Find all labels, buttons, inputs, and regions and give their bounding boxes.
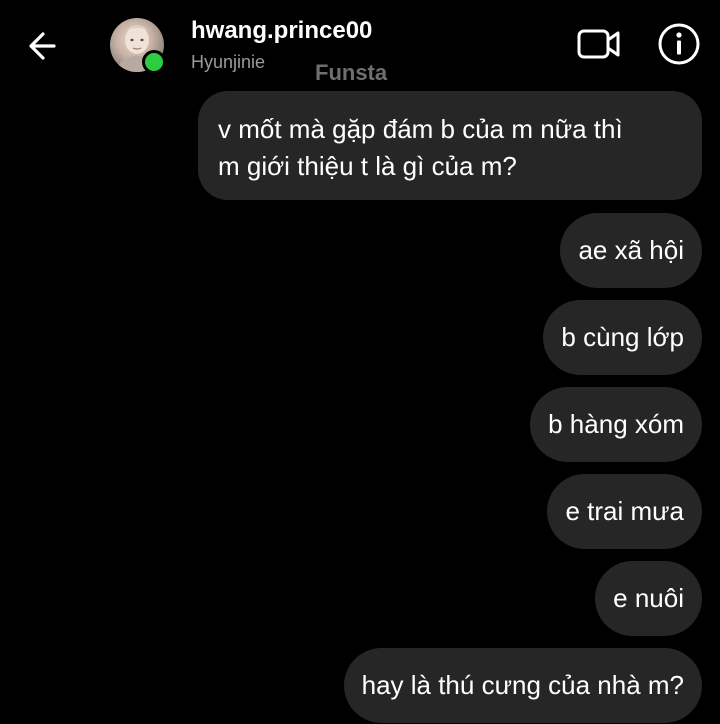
message-bubble[interactable]: e trai mưa xyxy=(547,474,702,549)
message-bubble[interactable]: b hàng xóm xyxy=(530,387,702,462)
video-camera-icon xyxy=(577,29,620,59)
message-bubble[interactable]: b cùng lớp xyxy=(543,300,702,375)
back-button[interactable] xyxy=(24,26,64,66)
avatar[interactable] xyxy=(110,18,166,74)
watermark-text: Funsta xyxy=(315,60,388,85)
message-bubble[interactable]: v mốt mà gặp đám b của m nữa thì m giới … xyxy=(198,91,702,200)
message-text: hay là thú cưng của nhà m? xyxy=(361,670,684,700)
message-text: b cùng lớp xyxy=(561,322,684,352)
chat-username[interactable]: hwang.prince00 xyxy=(191,17,372,45)
message-text-line: v mốt mà gặp đám b của m nữa thì xyxy=(218,114,623,144)
chat-display-name: Hyunjinie xyxy=(191,52,266,72)
message-text: e trai mưa xyxy=(565,496,684,526)
info-icon xyxy=(658,23,700,65)
message-bubble[interactable]: hay là thú cưng của nhà m? xyxy=(343,648,702,723)
video-call-button[interactable] xyxy=(574,22,624,66)
message-bubble[interactable]: e nuôi xyxy=(595,561,702,636)
arrow-left-icon xyxy=(29,32,56,60)
message-text: ae xã hội xyxy=(578,235,684,265)
message-text: b hàng xóm xyxy=(548,409,684,439)
online-status-dot xyxy=(142,50,166,74)
info-button[interactable] xyxy=(656,21,702,67)
message-bubble[interactable]: ae xã hội xyxy=(560,213,702,288)
message-text: e nuôi xyxy=(613,583,684,613)
chat-header: hwang.prince00 Hyunjinie Funsta xyxy=(0,0,720,90)
message-text-line: m giới thiệu t là gì của m? xyxy=(218,151,517,181)
